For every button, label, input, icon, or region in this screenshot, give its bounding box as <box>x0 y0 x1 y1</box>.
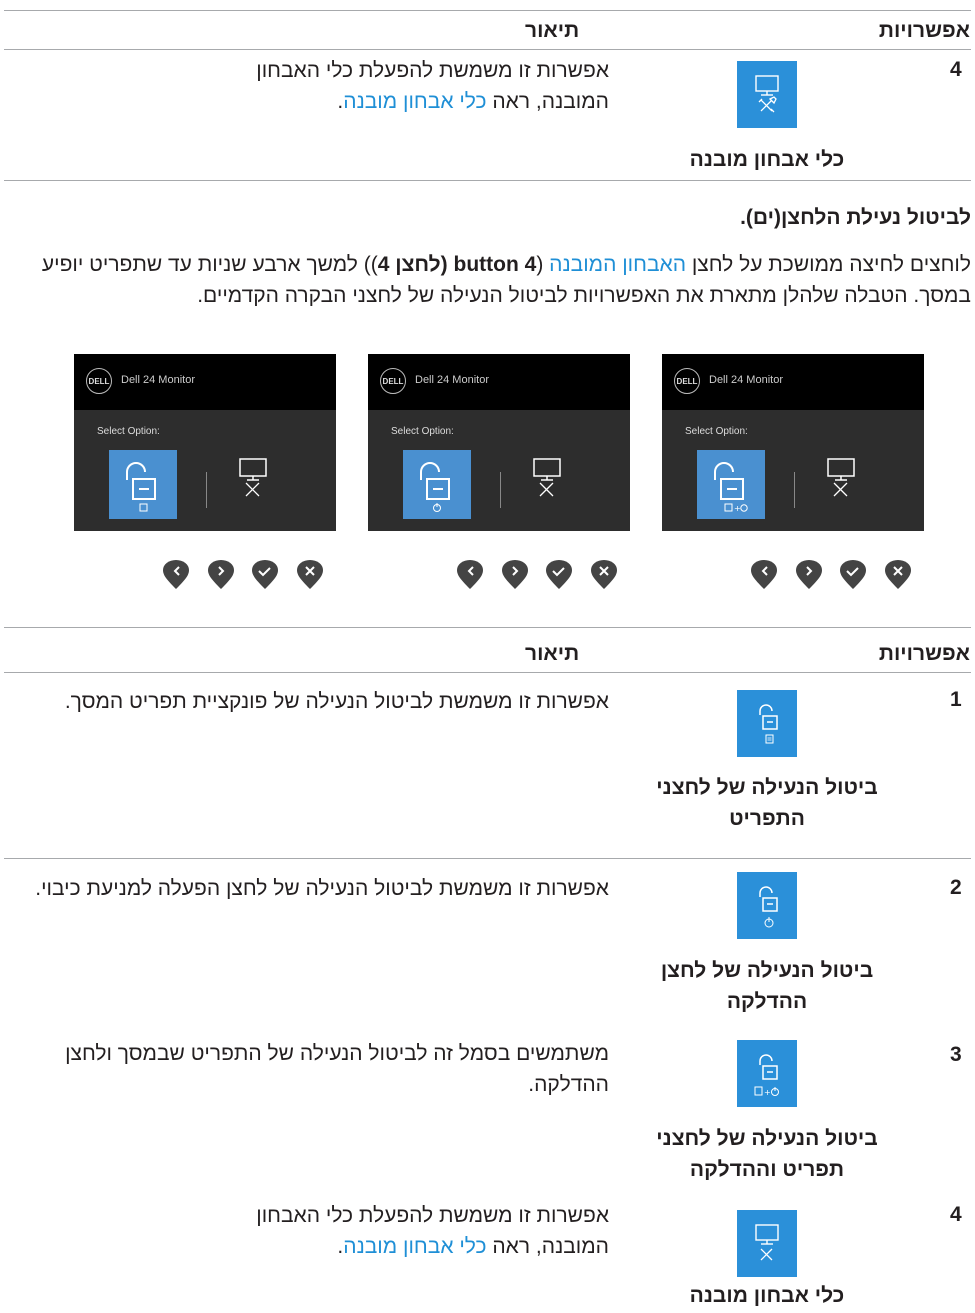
monitor-tools-icon <box>737 61 797 128</box>
row-caption: כלי אבחון מובנה <box>689 148 845 171</box>
section-paragraph: לוחצים לחיצה ממושכת על לחצן האבחון המובנ… <box>5 249 971 311</box>
unlock-power-option[interactable] <box>403 450 471 519</box>
para-text-2: ( <box>536 253 550 276</box>
row-number: 4 <box>950 58 962 81</box>
builtin-diagnostics-link[interactable]: האבחון המובנה <box>549 253 686 276</box>
table1-top-rule <box>4 10 971 11</box>
close-icon[interactable] <box>885 560 911 589</box>
unlock-menu-option[interactable]: + <box>697 450 765 519</box>
row-number: 2 <box>950 876 962 899</box>
osd-model: Dell 24 Monitor <box>121 374 195 386</box>
row-description: אפשרות זו משמשת להפעלת כלי האבחון המובנה… <box>219 55 609 117</box>
osd-select-label: Select Option: <box>685 426 748 437</box>
nav-buttons <box>163 560 911 589</box>
osd-model: Dell 24 Monitor <box>709 374 783 386</box>
unlock-power-icon <box>737 872 797 939</box>
check-icon[interactable] <box>546 560 572 589</box>
osd-screen-power: DELL Dell 24 Monitor Select Option: <box>368 354 630 531</box>
table2-header-options: אפשרויות <box>878 642 970 665</box>
row-description: משתמשים בסמל זה לביטול הנעילה של התפריט … <box>65 1042 609 1096</box>
row-caption: ביטול הנעילה של לחצני תפריט וההדלקה <box>656 1127 878 1181</box>
builtin-diagnostics-link[interactable]: כלי אבחון מובנה <box>343 90 486 113</box>
close-icon[interactable] <box>591 560 617 589</box>
osd-screen-menu: DELL Dell 24 Monitor Select Option: + <box>662 354 924 531</box>
row-caption: כלי אבחון מובנה <box>689 1284 845 1307</box>
table1-header-description: תיאור <box>525 19 580 42</box>
row-caption: ביטול הנעילה של לחצני התפריט <box>656 776 878 830</box>
row-description: אפשרות זו משמשת לביטול הנעילה של לחצן הפ… <box>35 877 609 900</box>
row-number: 4 <box>950 1203 962 1226</box>
dell-logo: DELL <box>86 368 112 394</box>
dell-logo: DELL <box>674 368 700 394</box>
osd-header <box>368 354 630 410</box>
osd-separator <box>500 472 501 508</box>
table2-top-rule <box>4 627 971 628</box>
table1-header-options: אפשרויות <box>878 19 970 42</box>
chevron-right-icon[interactable] <box>208 560 234 589</box>
check-icon[interactable] <box>252 560 278 589</box>
svg-text:+: + <box>734 504 741 513</box>
osd-select-label: Select Option: <box>97 426 160 437</box>
builtin-diagnostics-link[interactable]: כלי אבחון מובנה <box>343 1235 486 1258</box>
table2-header-rule <box>4 672 971 673</box>
row-description: אפשרות זו משמשת להפעלת כלי האבחון המובנה… <box>219 1200 609 1262</box>
para-bold: button 4 (לחצן 4 <box>377 253 537 276</box>
svg-text:+: + <box>764 1088 771 1097</box>
osd-select-label: Select Option: <box>391 426 454 437</box>
row-description: אפשרות זו משמשת לביטול הנעילה של פונקציי… <box>64 690 609 713</box>
section-heading: לביטול נעילת הלחצן(ים). <box>740 206 971 229</box>
table2-row-rule <box>4 858 971 859</box>
osd-model: Dell 24 Monitor <box>415 374 489 386</box>
chevron-right-icon[interactable] <box>502 560 528 589</box>
table1-bottom-rule <box>4 180 971 181</box>
dell-logo: DELL <box>380 368 406 394</box>
chevron-right-icon[interactable] <box>796 560 822 589</box>
osd-header <box>662 354 924 410</box>
osd-screen-menu-power: DELL Dell 24 Monitor Select Option: <box>74 354 336 531</box>
monitor-tools-icon <box>531 456 563 498</box>
osd-header <box>74 354 336 410</box>
unlock-menu-power-icon: + <box>737 1040 797 1107</box>
table2-header-description: תיאור <box>525 642 580 665</box>
unlock-menu-option[interactable] <box>109 450 177 519</box>
chevron-left-icon[interactable] <box>163 560 189 589</box>
unlock-menu-icon <box>737 690 797 757</box>
row-caption: ביטול הנעילה של לחצן ההדלקה <box>660 959 874 1013</box>
monitor-tools-icon <box>237 456 269 498</box>
row-number: 3 <box>950 1043 962 1066</box>
close-icon[interactable] <box>297 560 323 589</box>
monitor-tools-icon <box>737 1210 797 1277</box>
osd-separator <box>206 472 207 508</box>
osd-separator <box>794 472 795 508</box>
chevron-left-icon[interactable] <box>751 560 777 589</box>
row-number: 1 <box>950 688 962 711</box>
chevron-left-icon[interactable] <box>457 560 483 589</box>
table1-header-rule <box>4 49 971 50</box>
para-text-1: לוחצים לחיצה ממושכת על לחצן <box>686 253 971 276</box>
check-icon[interactable] <box>840 560 866 589</box>
monitor-tools-icon <box>825 456 857 498</box>
